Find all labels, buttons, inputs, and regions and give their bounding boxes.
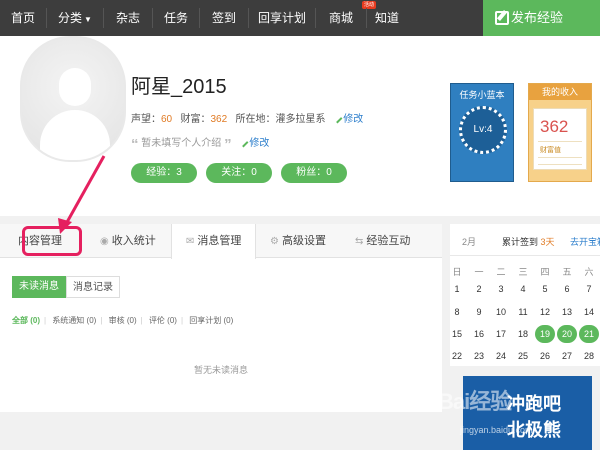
signin-total-label: 累计签到 xyxy=(502,237,539,247)
calendar-day[interactable]: 9 xyxy=(469,303,489,321)
calendar-day[interactable]: 4 xyxy=(513,280,533,298)
signin-total: 累计签到 3天 xyxy=(502,235,555,248)
calendar-day[interactable]: 21 xyxy=(579,325,599,343)
calendar-day[interactable]: 19 xyxy=(535,325,555,343)
calendar-day[interactable]: 12 xyxy=(535,303,555,321)
calendar-day[interactable]: 27 xyxy=(557,347,577,365)
baidu-watermark-url: jingyan.baidu.com xyxy=(460,425,533,435)
calendar-day[interactable]: 20 xyxy=(557,325,577,343)
weekday-label: 二 xyxy=(496,267,506,277)
weekday-label: 三 xyxy=(518,267,528,277)
calendar-day[interactable]: 24 xyxy=(491,347,511,365)
weekday-label: 六 xyxy=(584,267,594,277)
calendar-day[interactable]: 25 xyxy=(513,347,533,365)
calendar-day[interactable]: 23 xyxy=(469,347,489,365)
calendar-day[interactable]: 8 xyxy=(447,303,467,321)
calendar-day[interactable]: 14 xyxy=(579,303,599,321)
arrow-head xyxy=(58,218,72,234)
calendar-day[interactable]: 10 xyxy=(491,303,511,321)
promo-line-1: 冲跑吧 xyxy=(507,394,561,414)
calendar-day[interactable]: 13 xyxy=(557,303,577,321)
arrow-shaft xyxy=(64,155,106,225)
baidu-watermark: Bai经验 xyxy=(438,389,512,414)
calendar-day[interactable]: 28 xyxy=(579,347,599,365)
calendar-day[interactable]: 6 xyxy=(557,280,577,298)
calendar-day[interactable]: 2 xyxy=(469,280,489,298)
weekday-label: 五 xyxy=(562,267,572,277)
weekday-label: 四 xyxy=(540,267,550,277)
calendar-day[interactable]: 15 xyxy=(447,325,467,343)
weekday-label: 日 xyxy=(452,267,462,277)
calendar-day[interactable]: 22 xyxy=(447,347,467,365)
calendar-day[interactable]: 11 xyxy=(513,303,533,321)
calendar-day[interactable]: 26 xyxy=(535,347,555,365)
calendar-month: 2月 xyxy=(462,237,477,247)
calendar-day[interactable]: 1 xyxy=(447,280,467,298)
calendar-day[interactable]: 18 xyxy=(513,325,533,343)
calendar-day[interactable]: 7 xyxy=(579,280,599,298)
open-treasure-link[interactable]: 去开宝箱 xyxy=(570,235,600,248)
calendar-day[interactable]: 16 xyxy=(469,325,489,343)
calendar-header: 2月 累计签到 3天 去开宝箱 xyxy=(450,224,600,256)
calendar-day[interactable]: 17 xyxy=(491,325,511,343)
calendar-day[interactable]: 3 xyxy=(491,280,511,298)
weekday-label: 一 xyxy=(474,267,484,277)
calendar-day[interactable]: 5 xyxy=(535,280,555,298)
signin-total-days: 3天 xyxy=(540,237,555,247)
